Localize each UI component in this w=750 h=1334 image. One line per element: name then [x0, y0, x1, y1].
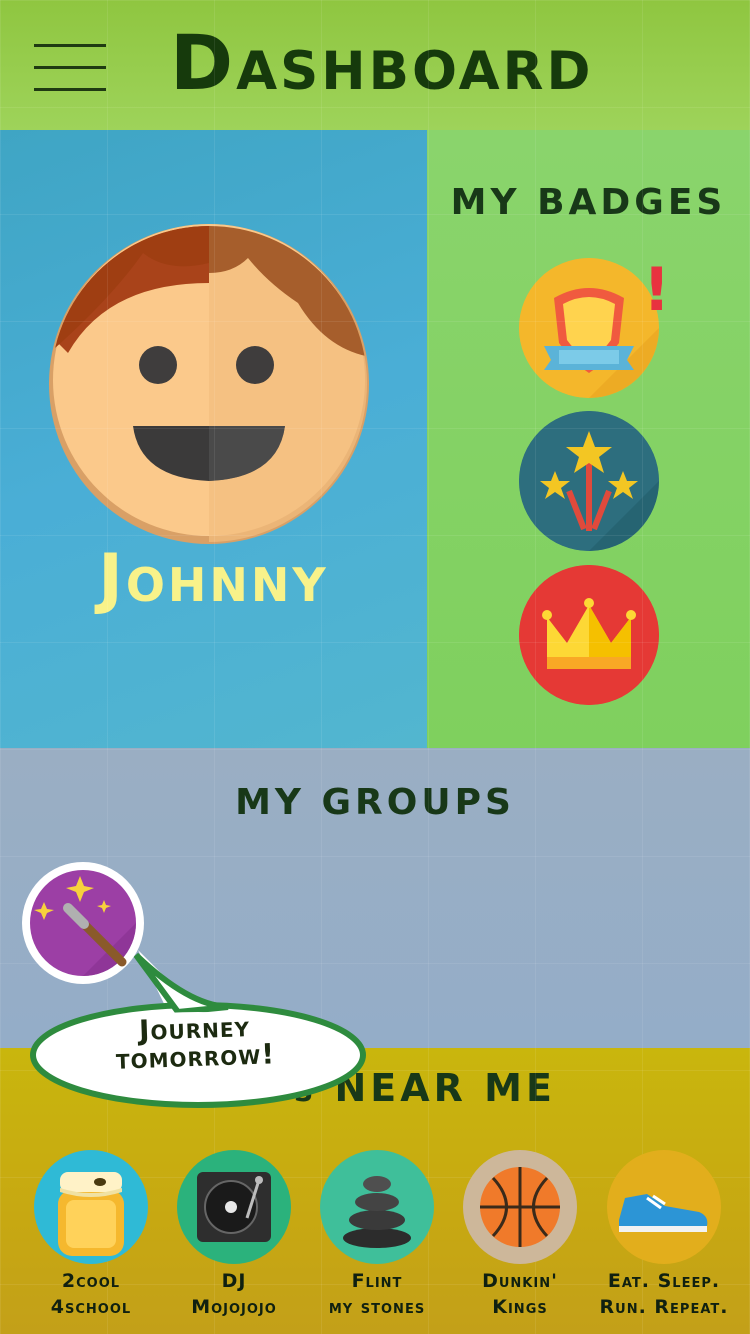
group-journey-button[interactable]: [22, 862, 144, 984]
menu-line: [34, 44, 106, 47]
label-line2: Kings: [492, 1296, 548, 1318]
groups-title: MY GROUPS: [235, 782, 515, 823]
turntable-icon: [177, 1150, 291, 1264]
basketball-icon: [463, 1150, 577, 1264]
nearme-label: Flint my stones: [307, 1268, 447, 1320]
page-title: Dashboard: [170, 18, 594, 107]
label-line2: my stones: [328, 1296, 426, 1318]
menu-line: [34, 66, 106, 69]
group-bubble-text: Journey tomorrow!: [59, 1010, 331, 1076]
stars-fireworks-badge-icon[interactable]: [519, 411, 659, 551]
profile-name: Johnny: [98, 540, 329, 617]
label-line1: Dunkin': [482, 1270, 558, 1292]
nearme-item-dunkin-kings[interactable]: Dunkin' Kings: [450, 1150, 590, 1320]
nearme-item-flint-my-stones[interactable]: Flint my stones: [307, 1150, 447, 1320]
header-bar: Dashboard: [0, 0, 750, 130]
nearme-label: DJ Mojojojo: [164, 1268, 304, 1320]
profile-panel: Johnny: [0, 130, 427, 748]
label-line2: 4school: [50, 1296, 132, 1318]
label-line1: DJ: [221, 1270, 247, 1292]
label-line1: Eat. Sleep.: [607, 1270, 721, 1292]
crown-badge-icon[interactable]: [519, 565, 659, 705]
honey-jar-icon: [34, 1150, 148, 1264]
nearme-item-eat-sleep-run-repeat[interactable]: Eat. Sleep. Run. Repeat.: [594, 1150, 734, 1320]
nearme-item-dj-mojojojo[interactable]: DJ Mojojojo: [164, 1150, 304, 1320]
magic-wand-icon: [30, 870, 136, 976]
nearme-item-2cool4school[interactable]: 2cool 4school: [21, 1150, 161, 1320]
nearme-label: Dunkin' Kings: [450, 1268, 590, 1320]
boy-face-avatar[interactable]: [48, 223, 370, 545]
label-line1: Flint: [351, 1270, 403, 1292]
hamburger-menu-icon[interactable]: [34, 44, 106, 92]
label-line2: Mojojojo: [191, 1296, 277, 1318]
nearme-label: 2cool 4school: [21, 1268, 161, 1320]
shield-badge-icon[interactable]: [519, 258, 659, 398]
label-line2: Run. Repeat.: [599, 1296, 729, 1318]
label-line1: 2cool: [61, 1270, 121, 1292]
stacked-stones-icon: [320, 1150, 434, 1264]
nearme-label: Eat. Sleep. Run. Repeat.: [594, 1268, 734, 1320]
sneaker-icon: [607, 1150, 721, 1264]
badge-alert-text: !: [643, 255, 671, 325]
badges-title: MY BADGES: [450, 182, 727, 223]
menu-line: [34, 88, 106, 91]
